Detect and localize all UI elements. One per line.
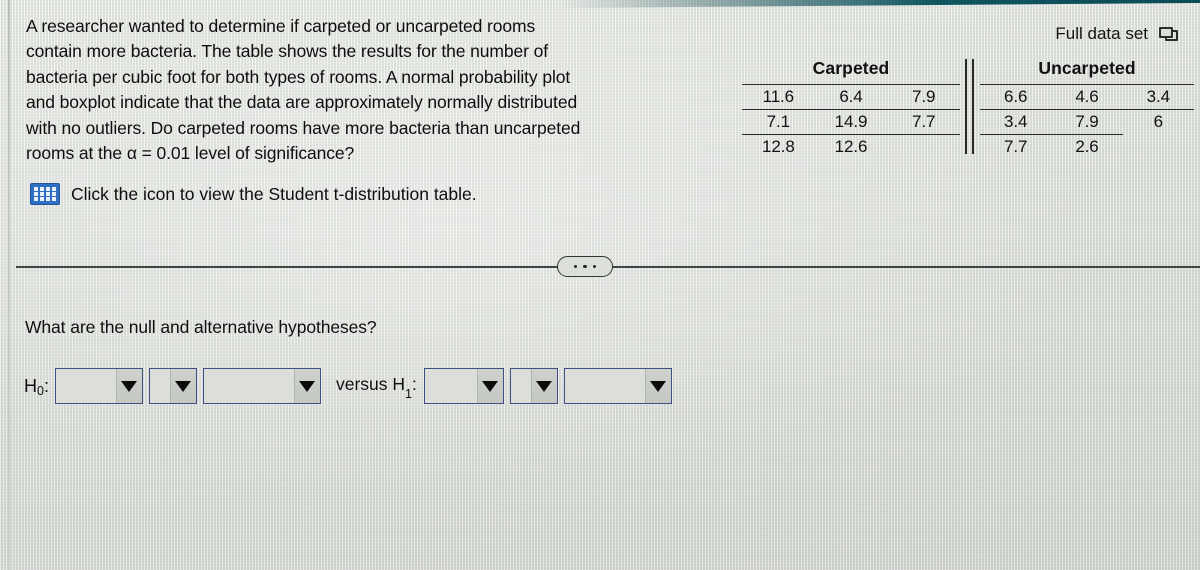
null-dropdown-3-value[interactable] [204, 369, 294, 403]
table-cell: 6.4 [814, 84, 888, 110]
t-table-link-label[interactable]: Click the icon to view the Student t-dis… [71, 184, 477, 205]
problem-line: bacteria per cubic foot for both types o… [26, 66, 571, 87]
null-hypothesis-label: H0: [24, 375, 49, 398]
table-cell: 3.4 [980, 109, 1052, 135]
t-table-link-row[interactable]: Click the icon to view the Student t-dis… [30, 183, 477, 205]
chevron-down-icon[interactable] [293, 369, 320, 403]
ellipsis-dot [583, 264, 587, 269]
bacteria-data-table: Carpeted 11.6 6.4 7.9 7.1 14.9 7.7 12.8 … [742, 58, 1194, 160]
table-cell: 3.4 [1122, 84, 1194, 110]
uncarpeted-values-table: 6.6 4.6 3.4 3.4 7.9 6 7.7 2.6 [980, 84, 1194, 160]
carpeted-header: Carpeted [812, 58, 890, 78]
null-h-colon: : [43, 375, 49, 396]
table-cell: 7.1 [742, 109, 815, 135]
hypotheses-question: What are the null and alternative hypoth… [25, 317, 377, 337]
table-grid-icon[interactable] [30, 183, 60, 205]
versus-text: versus H [335, 374, 406, 395]
table-cell: 11.6 [742, 84, 815, 110]
chevron-down-icon[interactable] [476, 369, 503, 403]
problem-line: with no outliers. Do carpeted rooms have… [26, 117, 581, 138]
carpeted-values-table: 11.6 6.4 7.9 7.1 14.9 7.7 12.8 12.6 [742, 84, 960, 160]
table-cell: 4.6 [1051, 84, 1123, 110]
uncarpeted-group: Uncarpeted 6.6 4.6 3.4 3.4 7.9 6 7.7 2.6 [980, 58, 1194, 160]
problem-line: contain more bacteria. The table shows t… [26, 41, 549, 62]
table-cell: 7.7 [887, 109, 960, 135]
more-options-ellipsis-button[interactable] [557, 256, 613, 277]
table-column-divider [960, 58, 980, 160]
chevron-down-icon[interactable] [644, 369, 671, 403]
problem-statement: A researcher wanted to determine if carp… [26, 14, 746, 166]
table-cell: 14.9 [814, 109, 888, 135]
table-row: 7.7 2.6 [980, 134, 1194, 160]
alternative-hypothesis-label: versus H1: [335, 374, 417, 401]
table-row: 6.6 4.6 3.4 [980, 84, 1194, 110]
problem-line: and boxplot indicate that the data are a… [26, 92, 578, 113]
question-page: A researcher wanted to determine if carp… [0, 0, 1200, 570]
ellipsis-dot [573, 264, 578, 269]
table-cell: 6 [1122, 109, 1194, 135]
null-hypothesis-dropdown-2[interactable] [148, 368, 197, 404]
table-cell-empty [1123, 135, 1194, 160]
problem-line: A researcher wanted to determine if carp… [26, 16, 536, 36]
chevron-down-icon[interactable] [530, 369, 557, 403]
problem-line: rooms at the α = 0.01 level of significa… [26, 143, 355, 164]
alt-hypothesis-dropdown-3[interactable] [563, 368, 672, 404]
full-data-set-link[interactable]: Full data set [1055, 24, 1178, 44]
table-cell: 7.9 [887, 84, 960, 110]
table-row: 11.6 6.4 7.9 [742, 84, 960, 110]
carpeted-group: Carpeted 11.6 6.4 7.9 7.1 14.9 7.7 12.8 … [742, 58, 960, 160]
null-dropdown-2-value[interactable] [150, 369, 170, 403]
null-h-subscript: 0 [37, 383, 44, 398]
alt-h-subscript: 1 [405, 386, 412, 401]
table-cell: 7.9 [1051, 109, 1123, 135]
uncarpeted-header: Uncarpeted [1038, 58, 1136, 78]
table-cell-empty [887, 134, 960, 160]
alt-h-colon: : [411, 374, 417, 395]
popout-window-icon[interactable] [1159, 26, 1178, 42]
table-cell: 12.8 [742, 134, 815, 160]
alt-dropdown-3-value[interactable] [565, 369, 645, 403]
null-hypothesis-dropdown-1[interactable] [54, 368, 143, 404]
null-h-letter: H [24, 375, 37, 396]
null-dropdown-1-value[interactable] [56, 369, 116, 403]
table-cell: 2.6 [1051, 134, 1123, 160]
hypotheses-answer-row: H0: versus H1: [24, 366, 678, 406]
table-cell: 12.6 [814, 134, 888, 160]
full-data-set-label[interactable]: Full data set [1055, 24, 1148, 44]
alt-hypothesis-dropdown-2[interactable] [509, 368, 558, 404]
table-row: 12.8 12.6 [742, 134, 960, 160]
section-separator [16, 256, 1200, 277]
table-row: 7.1 14.9 7.7 [742, 109, 960, 135]
null-hypothesis-dropdown-3[interactable] [202, 368, 321, 404]
display-left-bezel [8, 0, 10, 570]
alt-dropdown-2-value[interactable] [511, 369, 531, 403]
chevron-down-icon[interactable] [169, 369, 196, 403]
alt-hypothesis-dropdown-1[interactable] [423, 368, 504, 404]
chevron-down-icon[interactable] [115, 369, 142, 403]
table-row: 3.4 7.9 6 [980, 109, 1194, 135]
alt-dropdown-1-value[interactable] [425, 369, 477, 403]
table-cell: 7.7 [980, 134, 1052, 160]
ellipsis-dot [592, 264, 597, 269]
table-cell: 6.6 [980, 84, 1052, 110]
